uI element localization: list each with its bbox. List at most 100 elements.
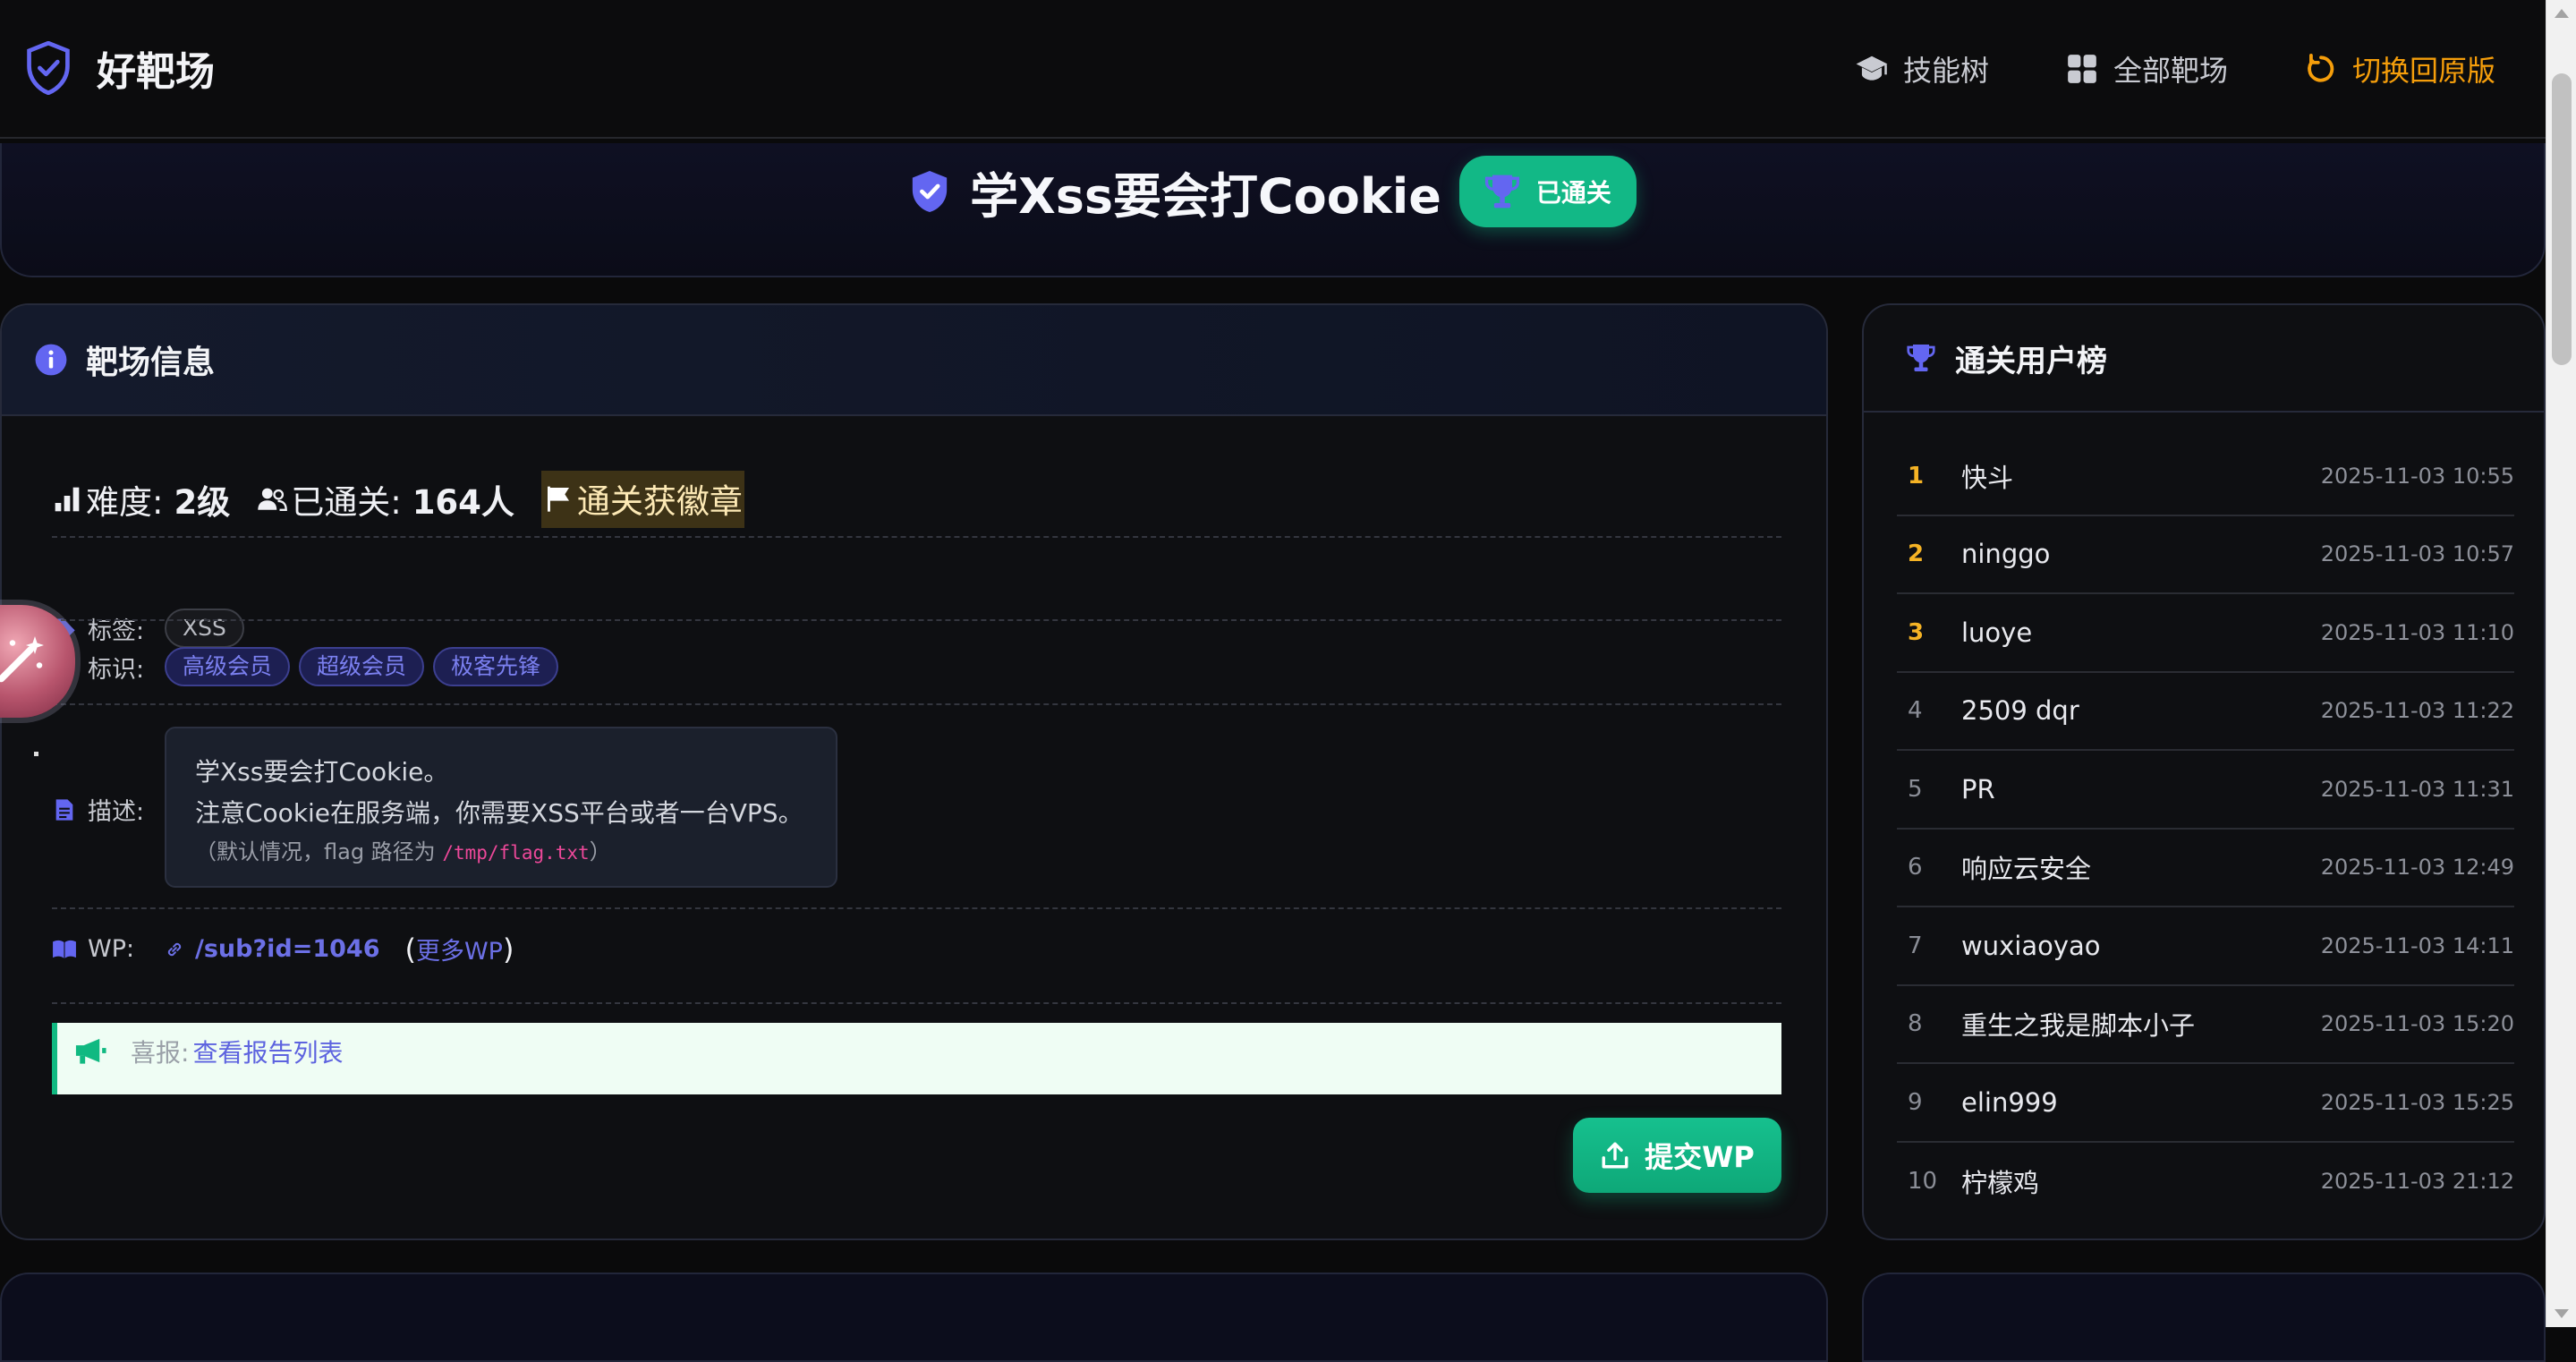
pass-time: 2025-11-03 15:25 bbox=[2320, 1089, 2514, 1115]
magic-wand-icon bbox=[0, 636, 44, 683]
users-icon bbox=[258, 488, 288, 511]
rank-number: 9 bbox=[1908, 1088, 1923, 1116]
page-scrollbar[interactable] bbox=[2546, 0, 2576, 1327]
difficulty-stat: 难度: 2级 bbox=[52, 475, 230, 524]
nav-all-ranges[interactable]: 全部靶场 bbox=[2065, 48, 2228, 89]
range-stats: 难度: 2级 已通关: 164人 通关获徽章 bbox=[52, 471, 744, 528]
passed-status-label: 已通关 bbox=[1535, 178, 1611, 208]
divider bbox=[52, 703, 1781, 705]
grid-icon bbox=[2068, 55, 2096, 83]
leaderboard-header: 通关用户榜 bbox=[1864, 305, 2544, 413]
user-name: 2509 dqr bbox=[1961, 695, 2079, 727]
rank-number: 4 bbox=[1908, 697, 1923, 725]
submit-wp-label: 提交WP bbox=[1645, 1140, 1755, 1174]
marks-row: 标识: 高级会员 超级会员 极客先锋 bbox=[52, 647, 567, 686]
leaderboard-row[interactable]: 7 wuxiaoyao 2025-11-03 14:11 bbox=[1897, 907, 2514, 986]
leaderboard-row[interactable]: 9 elin999 2025-11-03 15:25 bbox=[1897, 1064, 2514, 1143]
divider bbox=[52, 907, 1781, 909]
range-info-header: 靶场信息 bbox=[2, 305, 1826, 416]
document-icon bbox=[55, 798, 73, 821]
scroll-down-arrow-icon[interactable] bbox=[2555, 1309, 2569, 1318]
description-box: 学Xss要会打Cookie。 注意Cookie在服务端，你需要XSS平台或者一台… bbox=[165, 727, 837, 888]
leaderboard-row[interactable]: 2 ninggo 2025-11-03 10:57 bbox=[1897, 516, 2514, 594]
description-row: 描述: bbox=[52, 792, 165, 827]
tag-chip[interactable]: XSS bbox=[165, 609, 244, 648]
leaderboard-row[interactable]: 6 响应云安全 2025-11-03 12:49 bbox=[1897, 830, 2514, 907]
megaphone-icon bbox=[75, 1038, 106, 1064]
upload-icon bbox=[1602, 1142, 1628, 1169]
range-info-title: 靶场信息 bbox=[86, 345, 216, 381]
scroll-up-arrow-icon[interactable] bbox=[2555, 9, 2569, 18]
rotate-icon bbox=[2308, 54, 2334, 82]
link-icon bbox=[167, 942, 182, 956]
medal-badge: 通关获徽章 bbox=[540, 471, 744, 528]
leaderboard-row[interactable]: 8 重生之我是脚本小子 2025-11-03 15:20 bbox=[1897, 986, 2514, 1064]
leaderboard-row[interactable]: 10 柠檬鸡 2025-11-03 21:12 bbox=[1897, 1143, 2514, 1222]
nav-switch-version-label: 切换回原版 bbox=[2352, 54, 2496, 88]
mark-chip[interactable]: 极客先锋 bbox=[433, 647, 559, 686]
mark-chip[interactable]: 高级会员 bbox=[165, 647, 291, 686]
marks-label: 标识: bbox=[88, 655, 145, 684]
signal-bars-icon bbox=[55, 487, 80, 512]
wp-link-text: /sub?id=1046 bbox=[195, 935, 380, 963]
trophy-icon bbox=[1484, 175, 1519, 209]
divider bbox=[52, 619, 1781, 621]
leaderboard-row[interactable]: 3 luoye 2025-11-03 11:10 bbox=[1897, 594, 2514, 673]
submit-wp-button[interactable]: 提交WP bbox=[1573, 1118, 1781, 1193]
divider bbox=[52, 1002, 1781, 1004]
rank-number: 5 bbox=[1908, 775, 1923, 803]
scrollbar-thumb[interactable] bbox=[2552, 73, 2572, 365]
difficulty-value: 2级 bbox=[174, 483, 231, 522]
description-line: 学Xss要会打Cookie。 bbox=[195, 757, 449, 787]
user-name: elin999 bbox=[1961, 1086, 2058, 1118]
wp-row: WP: /sub?id=1046 (更多WP) bbox=[52, 932, 514, 966]
user-name: luoye bbox=[1961, 617, 2033, 648]
mark-chip[interactable]: 超级会员 bbox=[299, 647, 425, 686]
rank-number: 8 bbox=[1908, 1010, 1923, 1038]
passed-count-value: 164人 bbox=[412, 483, 514, 522]
nav-skill-tree[interactable]: 技能树 bbox=[1855, 48, 1989, 89]
leaderboard-row[interactable]: 5 PR 2025-11-03 11:31 bbox=[1897, 751, 2514, 830]
rank-number: 1 bbox=[1908, 462, 1925, 489]
leaderboard-row[interactable]: 4 2509 dqr 2025-11-03 11:22 bbox=[1897, 673, 2514, 751]
leaderboard-list: 1 快斗 2025-11-03 10:55 2 ninggo 2025-11-0… bbox=[1897, 438, 2514, 1221]
pass-time: 2025-11-03 15:20 bbox=[2320, 1011, 2514, 1037]
user-name: PR bbox=[1961, 773, 1995, 804]
leaderboard-card: 通关用户榜 1 快斗 2025-11-03 10:55 2 ninggo 202… bbox=[1862, 303, 2546, 1240]
report-banner: 喜报: 查看报告列表 bbox=[52, 1023, 1781, 1094]
flag-path-code: /tmp/flag.txt bbox=[442, 842, 590, 864]
range-title-banner: 学Xss要会打Cookie 已通关 bbox=[0, 143, 2546, 277]
rank-number: 6 bbox=[1908, 854, 1923, 881]
open-book-icon bbox=[53, 940, 76, 958]
pass-time: 2025-11-03 12:49 bbox=[2320, 855, 2514, 881]
leaderboard-row[interactable]: 1 快斗 2025-11-03 10:55 bbox=[1897, 438, 2514, 516]
nav-all-ranges-label: 全部靶场 bbox=[2113, 54, 2229, 88]
graduation-cap-icon bbox=[1856, 55, 1888, 81]
info-circle-icon bbox=[35, 344, 67, 376]
flag-icon bbox=[547, 486, 569, 512]
wp-link[interactable]: /sub?id=1046 bbox=[165, 935, 380, 963]
description-note: （默认情况，flag 路径为 /tmp/flag.txt） bbox=[195, 839, 611, 864]
shield-check-icon bbox=[27, 41, 70, 95]
pass-time: 2025-11-03 10:57 bbox=[2320, 541, 2514, 567]
brand-logo[interactable]: 好靶场 bbox=[25, 39, 215, 97]
passed-count-stat: 已通关: 164人 bbox=[257, 475, 514, 524]
difficulty-label: 难度: bbox=[86, 483, 164, 522]
page-title: 学Xss要会打Cookie bbox=[970, 167, 1441, 225]
report-list-link[interactable]: 查看报告列表 bbox=[192, 1034, 343, 1069]
nav-switch-version[interactable]: 切换回原版 bbox=[2304, 48, 2495, 89]
user-name: 响应云安全 bbox=[1961, 854, 2092, 885]
medal-label: 通关获徽章 bbox=[576, 482, 743, 521]
brand-name: 好靶场 bbox=[97, 49, 215, 95]
more-wp-link[interactable]: 更多WP bbox=[416, 938, 503, 966]
rank-number: 10 bbox=[1908, 1168, 1938, 1196]
passed-count-label: 已通关: bbox=[291, 483, 402, 522]
pass-time: 2025-11-03 21:12 bbox=[2320, 1169, 2514, 1195]
nav-skill-tree-label: 技能树 bbox=[1903, 54, 1990, 88]
user-name: ninggo bbox=[1961, 539, 2051, 570]
tags-row: 标签: XSS bbox=[52, 609, 253, 648]
rank-number: 2 bbox=[1908, 541, 1925, 568]
pass-time: 2025-11-03 10:55 bbox=[2320, 463, 2514, 489]
pass-time: 2025-11-03 14:11 bbox=[2320, 932, 2514, 958]
description-line: 注意Cookie在服务端，你需要XSS平台或者一台VPS。 bbox=[195, 798, 803, 828]
